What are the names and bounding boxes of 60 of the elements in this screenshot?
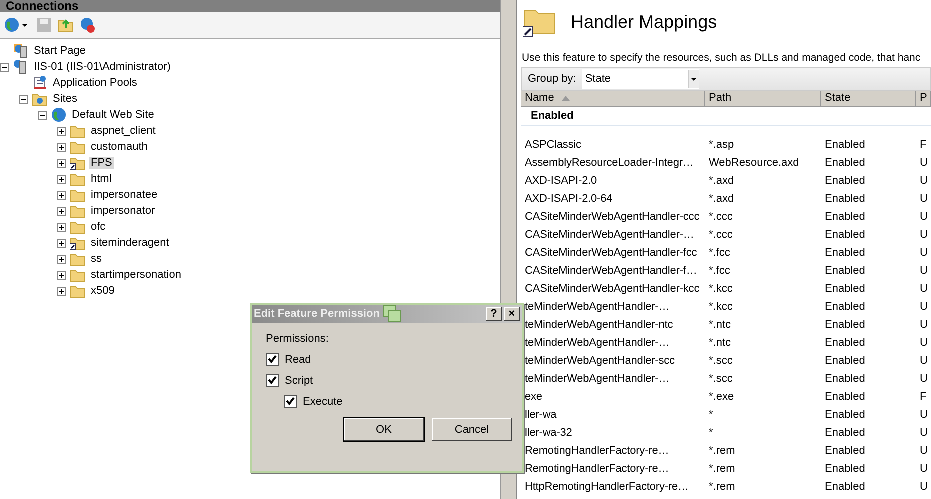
tree-item[interactable]: impersonatee xyxy=(89,189,160,201)
tree-item[interactable]: Default Web Site xyxy=(70,109,156,121)
tree-item[interactable]: ss xyxy=(89,253,104,265)
dialog-title: Edit Feature Permission xyxy=(254,308,380,320)
pools-icon xyxy=(32,75,48,91)
checkbox-label: Execute xyxy=(303,396,343,408)
expand-toggle[interactable] xyxy=(57,126,66,136)
collapse-toggle[interactable] xyxy=(19,94,28,104)
checkbox[interactable] xyxy=(266,353,279,366)
connect-icon[interactable] xyxy=(4,17,30,33)
ok-button[interactable]: OK xyxy=(344,418,424,441)
disconnect-icon[interactable] xyxy=(80,17,96,33)
cancel-button[interactable]: Cancel xyxy=(432,418,512,441)
expand-toggle[interactable] xyxy=(57,158,66,168)
tree-item[interactable]: html xyxy=(89,173,114,185)
collapse-toggle[interactable] xyxy=(38,110,47,120)
tree-item[interactable]: FPS xyxy=(89,157,114,169)
group-by-dropdown[interactable]: State xyxy=(582,69,700,89)
expand-toggle[interactable] xyxy=(57,270,66,280)
column-header[interactable]: P xyxy=(916,91,931,107)
globe-icon xyxy=(51,107,67,123)
expand-toggle[interactable] xyxy=(57,206,66,216)
caret-icon[interactable] xyxy=(688,70,700,88)
server-icon xyxy=(13,59,29,75)
feature-description: Use this feature to specify the resources, such as DLLs and managed code, that hanc xyxy=(522,51,922,66)
checkbox-label: Script xyxy=(285,374,314,386)
page-title: Handler Mappings xyxy=(571,12,718,32)
help-button[interactable]: ? xyxy=(486,307,502,321)
collapse-toggle[interactable] xyxy=(0,62,9,72)
expand-toggle[interactable] xyxy=(57,190,66,200)
expand-toggle[interactable] xyxy=(57,286,66,296)
tree-item[interactable]: impersonator xyxy=(89,205,158,217)
expand-toggle[interactable] xyxy=(57,254,66,264)
tree-item[interactable]: ofc xyxy=(89,221,108,233)
sort-icon xyxy=(562,96,570,101)
expand-toggle[interactable] xyxy=(57,238,66,248)
column-header[interactable]: Name xyxy=(521,91,705,107)
expand-toggle[interactable] xyxy=(57,174,66,184)
column-header[interactable]: Path xyxy=(705,91,821,107)
tree-item[interactable]: aspnet_client xyxy=(89,125,158,137)
permissions-heading: Permissions: xyxy=(266,333,330,345)
close-button[interactable]: × xyxy=(504,307,520,321)
checkbox-label: Read xyxy=(285,354,312,366)
checkbox[interactable] xyxy=(284,395,297,408)
tree-item[interactable]: IIS-01 (IIS-01\Administrator) xyxy=(32,61,173,73)
tree-item[interactable]: startimpersonation xyxy=(89,269,184,281)
column-header[interactable]: State xyxy=(821,91,916,107)
group-by-label: Group by: xyxy=(528,73,576,85)
expand-toggle[interactable] xyxy=(57,142,66,152)
checkbox[interactable] xyxy=(266,374,279,387)
tree-item[interactable]: customauth xyxy=(89,141,150,153)
tree-item[interactable]: siteminderagent xyxy=(89,237,172,249)
start-page-icon xyxy=(13,43,29,59)
tree-item[interactable]: Sites xyxy=(51,93,80,105)
pane-title: Connections xyxy=(0,0,500,12)
tree-item[interactable]: Start Page xyxy=(32,45,88,57)
expand-toggle[interactable] xyxy=(57,222,66,232)
folder-up-icon[interactable] xyxy=(58,17,74,33)
tree-item[interactable]: Application Pools xyxy=(51,77,140,89)
tree-item[interactable]: x509 xyxy=(89,285,117,297)
